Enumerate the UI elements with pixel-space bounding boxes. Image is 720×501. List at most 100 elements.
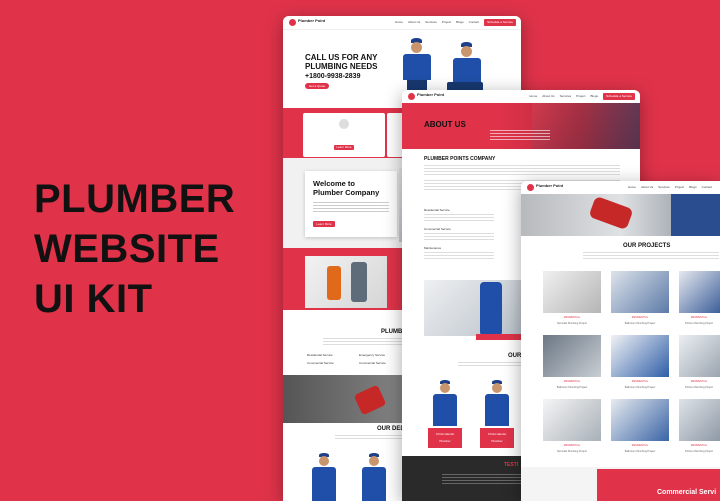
feature-2-text [424, 233, 494, 241]
nav-link-about[interactable]: About Us [542, 94, 554, 98]
logo-icon [408, 93, 415, 100]
project-category-8: RESIDENTIAL [631, 444, 649, 447]
project-name-8: Bathroom Plumbing Project [624, 450, 656, 453]
projects-navbar: Plumber Point Home About Us Services Pro… [521, 181, 720, 195]
project-name-5: Bathroom Plumbing Project [624, 386, 656, 389]
nav-link-project[interactable]: Project [576, 94, 585, 98]
hero-title: CALL US FOR ANY PLUMBING NEEDS [305, 53, 377, 71]
nav-link-about[interactable]: About Us [408, 20, 420, 24]
project-image-7 [543, 399, 601, 441]
nav-link-blogs[interactable]: Blogs [689, 185, 697, 189]
service-card-1: Learn More [303, 113, 385, 157]
feature-3: Maintenance [424, 246, 442, 250]
company-paragraph-1 [424, 165, 620, 177]
projects-title: OUR PROJECTS [623, 243, 671, 249]
company-title: PLUMBER POINTS COMPANY [424, 156, 496, 162]
project-name-4: Bathroom Plumbing Project [556, 386, 588, 389]
about-team-member-image-1 [432, 380, 458, 426]
logo-icon [289, 19, 296, 26]
nav-link-project[interactable]: Project [675, 185, 684, 189]
project-image-2 [611, 271, 669, 313]
project-category-9: RESIDENTIAL [690, 444, 708, 447]
project-name-1: Remodel Plumbing Project [557, 322, 587, 325]
team-member-name: Christ Hamlet [487, 432, 507, 436]
team-member-role: Plumber [439, 439, 451, 443]
service-item-4: Commercial Service [359, 361, 386, 365]
team-member-role: Plumber [491, 439, 503, 443]
about-title: ABOUT US [424, 120, 466, 129]
nav-link-services[interactable]: Services [560, 94, 572, 98]
nav-links: Home About Us Services Project Blogs [529, 94, 598, 98]
welcome-paragraph [313, 202, 389, 214]
project-category-6: RESIDENTIAL [690, 380, 708, 383]
nav-link-about[interactable]: About Us [641, 185, 653, 189]
commercial-banner-title: Commercial Servi [657, 489, 717, 496]
projects-page-mockup: Plumber Point Home About Us Services Pro… [521, 181, 720, 501]
team-member-image-1 [311, 453, 337, 501]
project-category-2: RESIDENTIAL [631, 316, 649, 319]
project-image-8 [611, 399, 669, 441]
welcome-title: Welcome to Plumber Company [313, 179, 379, 197]
team-card-1: Christ Hamlet Plumber [428, 428, 462, 448]
nav-link-services[interactable]: Services [425, 20, 437, 24]
nav-link-project[interactable]: Project [442, 20, 451, 24]
about-team-member-image-2 [484, 380, 510, 426]
schedule-button[interactable]: Schedule a Service [603, 93, 635, 100]
project-image-3 [679, 271, 720, 313]
service-learn-more-button[interactable]: Learn More [334, 145, 354, 150]
team-card-2: Christ Hamlet Plumber [480, 428, 514, 448]
nav-link-blogs[interactable]: Blogs [590, 94, 598, 98]
plumbers-team-image [305, 256, 387, 308]
service-item-2: Emergency Service [359, 353, 386, 357]
nav-link-contact[interactable]: Contact [469, 20, 479, 24]
nav-links: Home About Us Services Project Blogs Con… [395, 20, 479, 24]
headline-line-2: WEBSITE [34, 227, 220, 271]
schedule-button[interactable]: Schedule a Service [484, 19, 516, 26]
feature-1-text [424, 214, 494, 222]
feature-1: Residential Service [424, 208, 450, 212]
about-hero-text [490, 130, 550, 140]
about-navbar: Plumber Point Home About Us Services Pro… [402, 90, 640, 104]
nav-link-home[interactable]: Home [529, 94, 537, 98]
commercial-banner: Commercial Servi [597, 469, 720, 501]
testimonial-title: TESTI [504, 462, 519, 468]
feature-3-text [424, 252, 494, 260]
nav-link-blogs[interactable]: Blogs [456, 20, 464, 24]
home-navbar: Plumber Point Home About Us Services Pro… [283, 16, 521, 30]
welcome-card: Welcome to Plumber Company Learn More [305, 171, 397, 237]
project-image-6 [679, 335, 720, 377]
service-icon [339, 119, 349, 129]
service-item-1: Residential Service [307, 353, 333, 357]
project-category-7: RESIDENTIAL [563, 444, 581, 447]
project-category-3: RESIDENTIAL [690, 316, 708, 319]
nav-links: Home About Us Services Project Blogs Con… [628, 185, 712, 189]
team-member-image-2 [361, 453, 387, 501]
nav-link-home[interactable]: Home [395, 20, 403, 24]
project-category-1: RESIDENTIAL [563, 316, 581, 319]
hero-phone: +1800-9938-2839 [305, 73, 361, 80]
nav-link-home[interactable]: Home [628, 185, 636, 189]
logo-icon [527, 184, 534, 191]
project-image-5 [611, 335, 669, 377]
project-category-4: RESIDENTIAL [563, 380, 581, 383]
hero-title-line-2: PLUMBING NEEDS [305, 62, 378, 71]
project-name-3: Kitchen Plumbing Project [685, 322, 713, 325]
headline-line-3: UI KIT [34, 277, 153, 321]
service-item-3: Commercial Service [307, 361, 334, 365]
brand-name: Plumber Point [417, 92, 445, 97]
project-name-9: Kitchen Plumbing Project [685, 450, 713, 453]
hero-quote-button[interactable]: Get a Quote [305, 83, 329, 89]
project-image-4 [543, 335, 601, 377]
hero-title-line-1: CALL US FOR ANY [305, 53, 378, 62]
project-image-9 [679, 399, 720, 441]
project-category-5: RESIDENTIAL [631, 380, 649, 383]
projects-hero-image [521, 194, 720, 236]
about-plumber-image [424, 280, 524, 336]
team-member-name: Christ Hamlet [435, 432, 455, 436]
welcome-title-line-2: Plumber Company [313, 188, 380, 197]
welcome-learn-more-button[interactable]: Learn More [313, 221, 335, 227]
headline-line-1: PLUMBER [34, 177, 236, 221]
nav-link-contact[interactable]: Contact [702, 185, 712, 189]
nav-link-services[interactable]: Services [658, 185, 670, 189]
brand-name: Plumber Point [298, 18, 326, 23]
